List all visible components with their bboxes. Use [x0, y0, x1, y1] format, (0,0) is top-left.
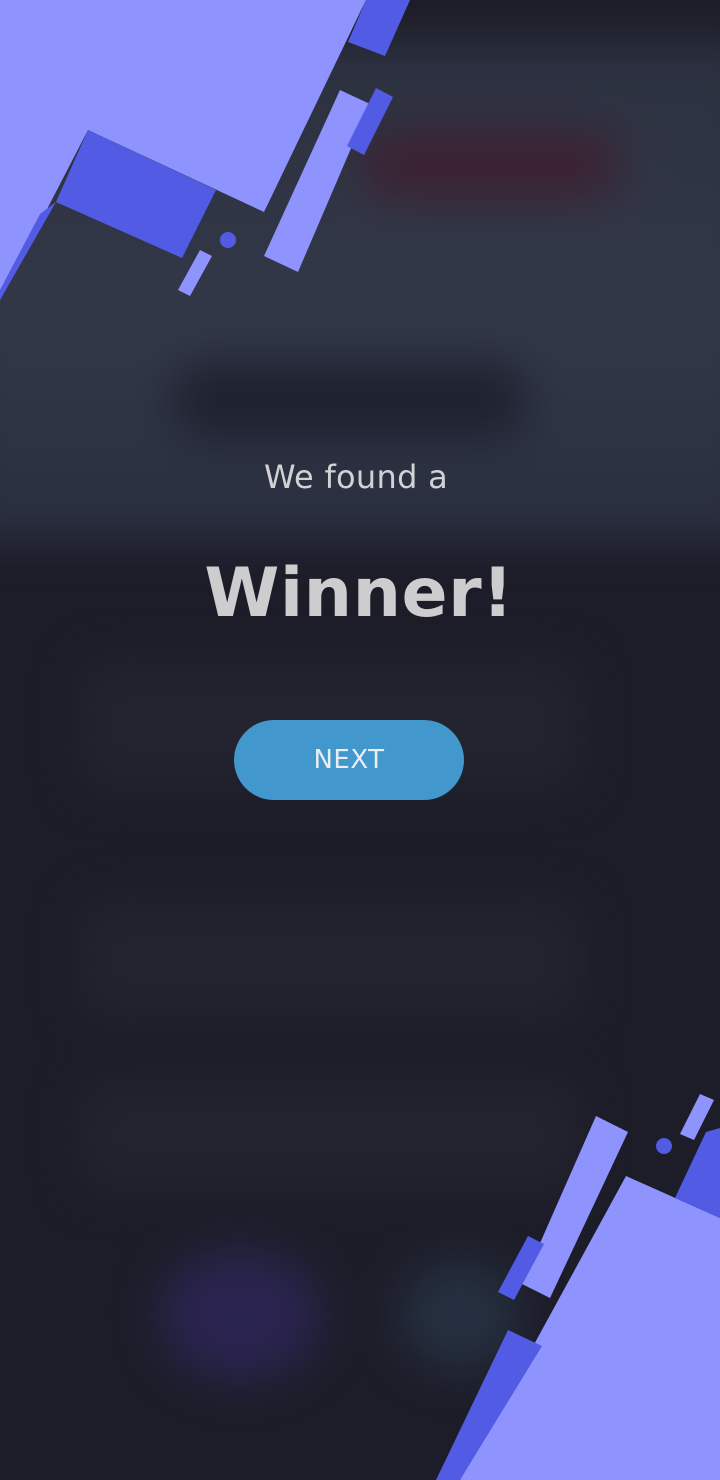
- result-panel: We found a Winner! NEXT: [0, 0, 720, 1480]
- intro-text: We found a: [263, 458, 449, 496]
- winner-screen: We found a Winner! NEXT: [0, 0, 720, 1480]
- winner-headline: Winner!: [204, 554, 514, 633]
- next-button[interactable]: NEXT: [234, 720, 464, 800]
